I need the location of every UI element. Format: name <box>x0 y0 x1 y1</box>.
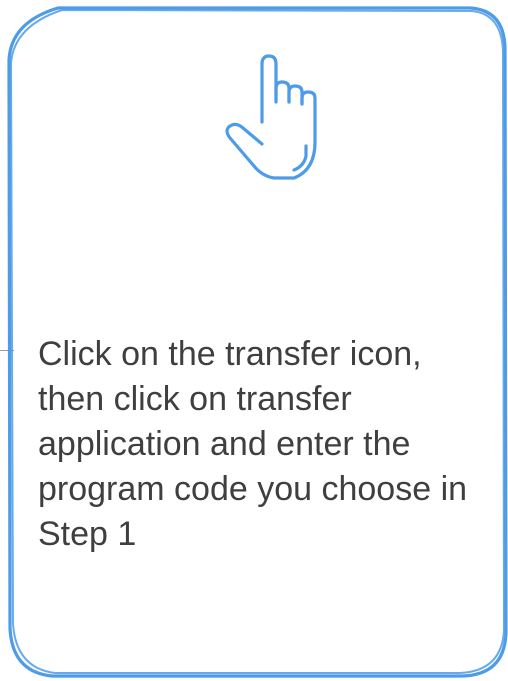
instruction-text: Click on the transfer icon, then click o… <box>38 335 468 553</box>
pointing-hand-icon <box>225 54 317 180</box>
